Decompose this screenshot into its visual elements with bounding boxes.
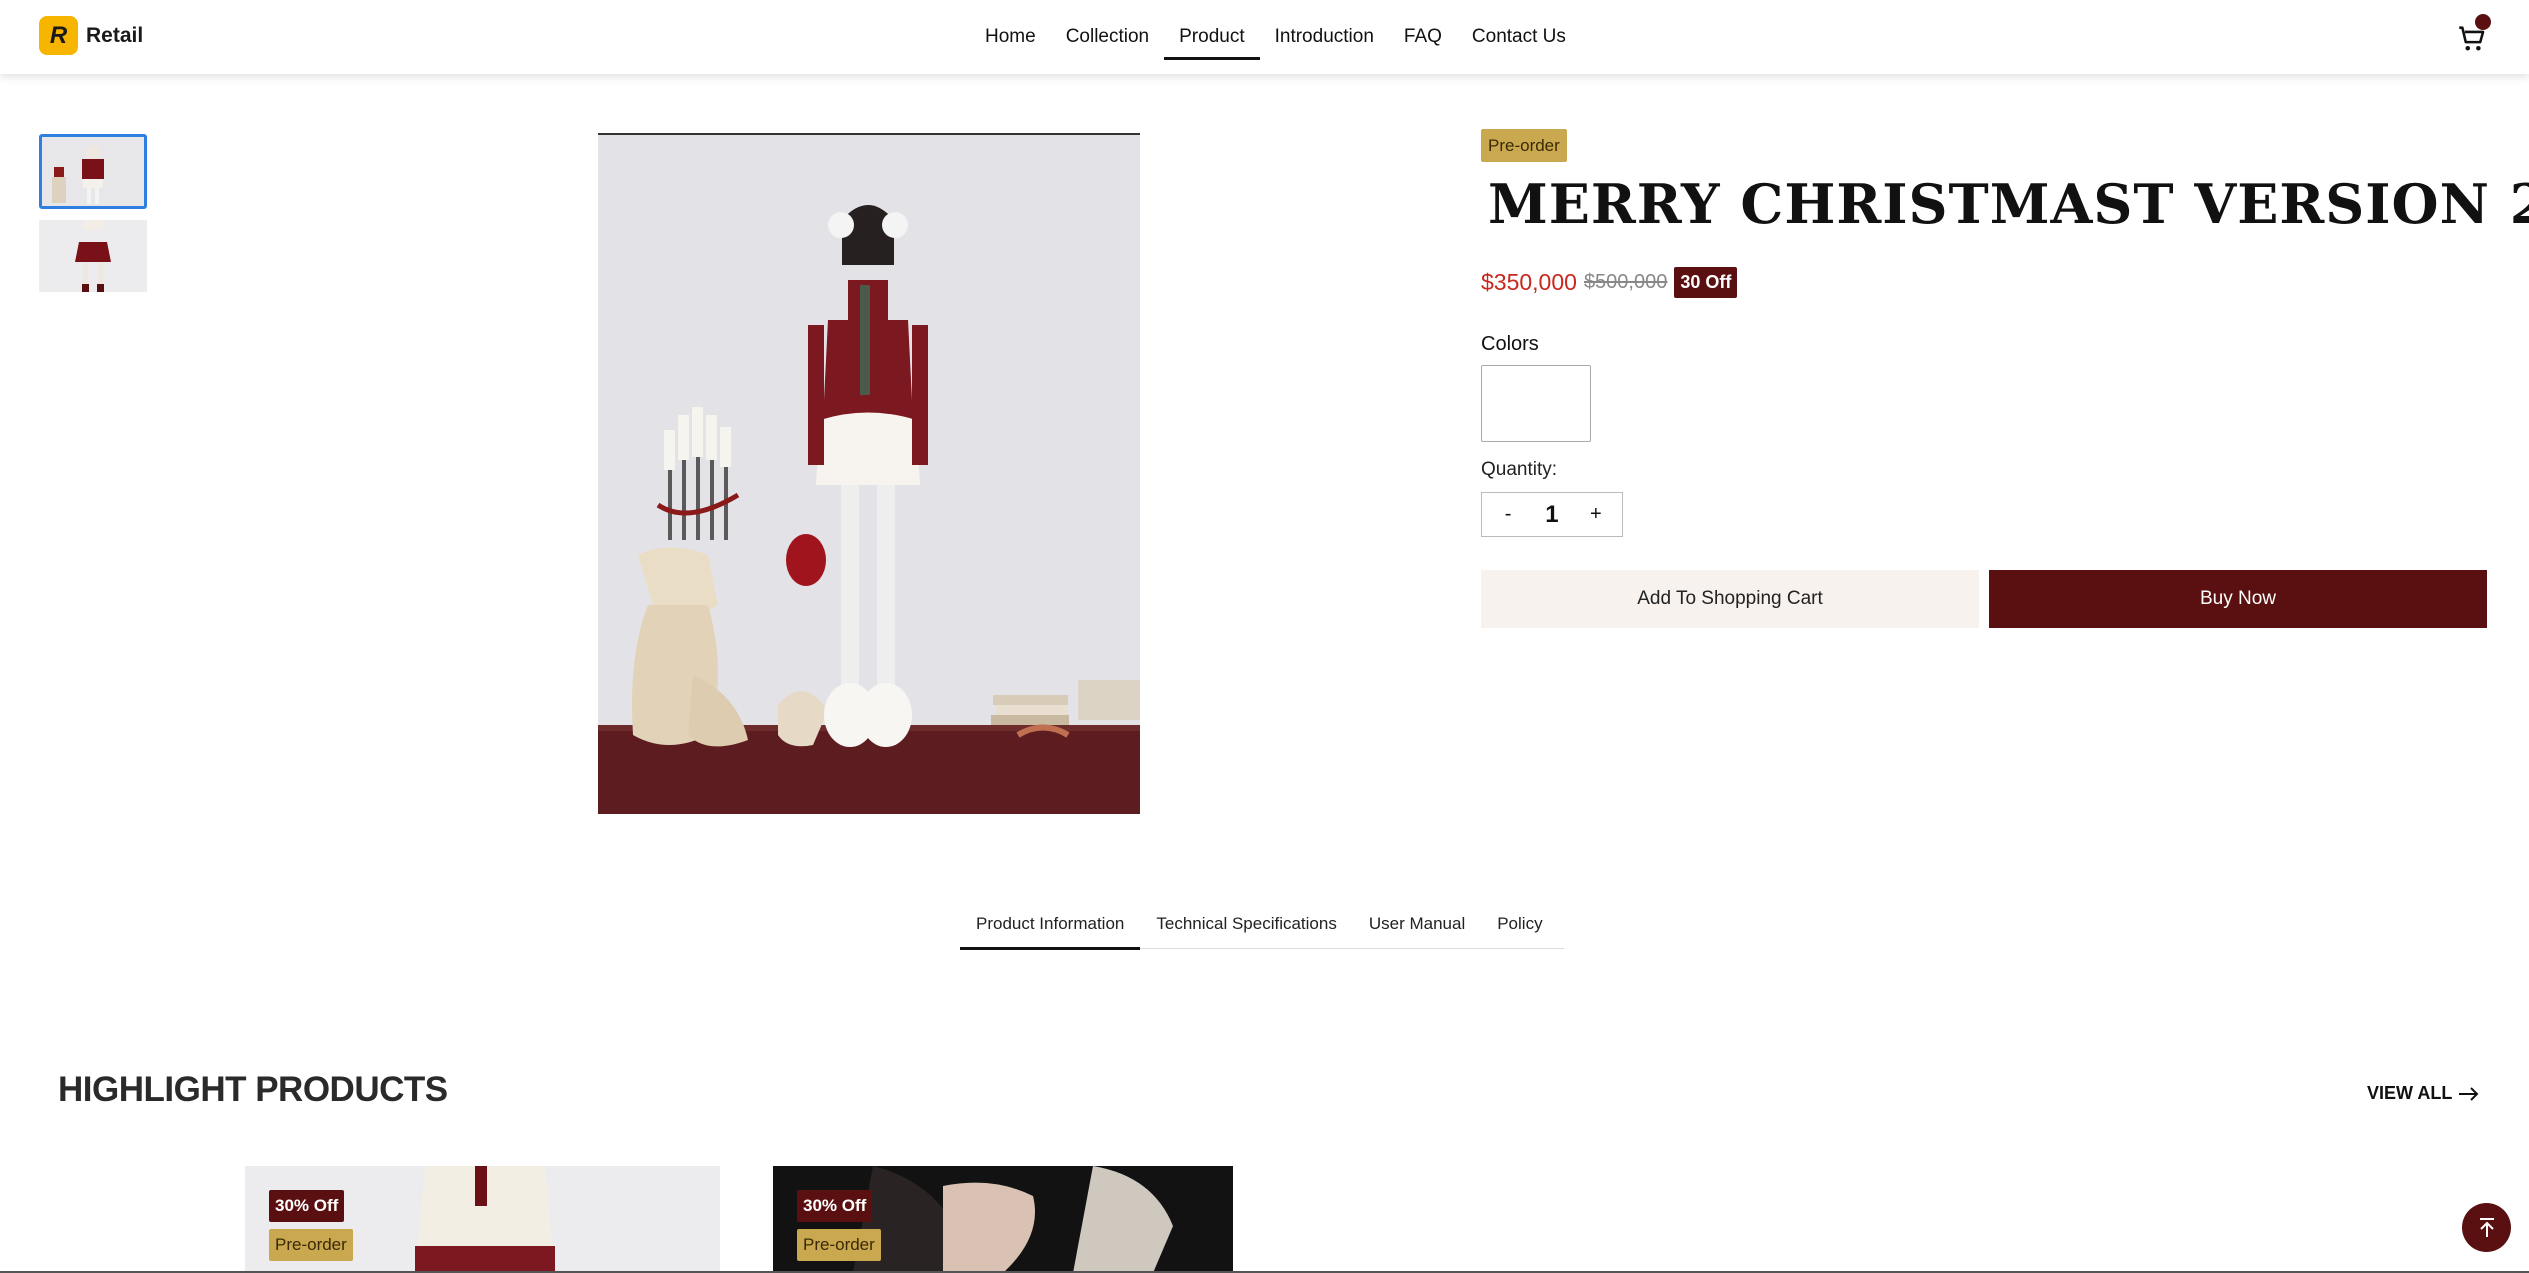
add-to-cart-button[interactable]: Add To Shopping Cart (1481, 570, 1979, 628)
nav-faq[interactable]: FAQ (1389, 0, 1457, 74)
highlight-product-card[interactable]: 30% Off Pre-order (773, 1166, 1233, 1273)
arrow-up-icon (2479, 1217, 2494, 1237)
product-title: MERRY CHRISTMAST VERSION 2 (1488, 172, 2529, 236)
site-header: R Retail Home Collection Product Introdu… (0, 0, 2529, 74)
discount-badge: 30 Off (1674, 266, 1738, 298)
tab-user-manual[interactable]: User Manual (1353, 904, 1481, 949)
product-main-image (598, 133, 1140, 814)
logo-text: Retail (86, 23, 144, 47)
colors-label: Colors (1481, 333, 1539, 355)
nav-product[interactable]: Product (1164, 0, 1261, 74)
tab-policy[interactable]: Policy (1481, 904, 1558, 949)
cart-count-dot (2475, 14, 2491, 30)
highlight-products-title: HIGHLIGHT PRODUCTS (58, 1070, 448, 1109)
nav-home[interactable]: Home (970, 0, 1051, 74)
nav-contact-us[interactable]: Contact Us (1457, 0, 1581, 74)
thumbnail-1[interactable] (39, 134, 147, 209)
card-preorder-badge: Pre-order (269, 1229, 353, 1261)
logo[interactable]: R Retail (39, 16, 143, 55)
preorder-badge: Pre-order (1481, 129, 1567, 162)
product-tabs: Product Information Technical Specificat… (960, 904, 1564, 950)
quantity-label: Quantity: (1481, 459, 1558, 480)
scroll-to-top-button[interactable] (2462, 1203, 2511, 1252)
tab-technical-specifications[interactable]: Technical Specifications (1140, 904, 1352, 949)
card-preorder-badge: Pre-order (797, 1229, 881, 1261)
quantity-decrease-button[interactable]: - (1493, 503, 1523, 526)
buy-now-button[interactable]: Buy Now (1989, 570, 2487, 628)
quantity-increase-button[interactable]: + (1581, 503, 1611, 526)
thumbnail-2[interactable] (39, 220, 147, 292)
view-all-link[interactable]: VIEW ALL (2367, 1083, 2480, 1104)
card-discount-badge: 30% Off (269, 1190, 345, 1222)
original-price: $500,000 (1583, 270, 1668, 293)
card-discount-badge: 30% Off (797, 1190, 873, 1222)
tab-product-information[interactable]: Product Information (960, 904, 1141, 950)
sale-price: $350,000 (1481, 268, 1577, 295)
quantity-value[interactable]: 1 (1545, 501, 1558, 529)
color-swatch-white[interactable] (1481, 365, 1591, 442)
price-row: $350,000 $500,000 30 Off (1481, 265, 1738, 299)
quantity-stepper: - 1 + (1481, 492, 1623, 537)
view-all-label: VIEW ALL (2367, 1083, 2453, 1103)
main-nav: Home Collection Product Introduction FAQ… (970, 0, 1581, 74)
arrow-right-icon (2459, 1086, 2479, 1101)
nav-introduction[interactable]: Introduction (1260, 0, 1389, 74)
nav-collection[interactable]: Collection (1051, 0, 1164, 74)
highlight-product-card[interactable]: 30% Off Pre-order (245, 1166, 720, 1273)
logo-mark: R (39, 16, 78, 55)
